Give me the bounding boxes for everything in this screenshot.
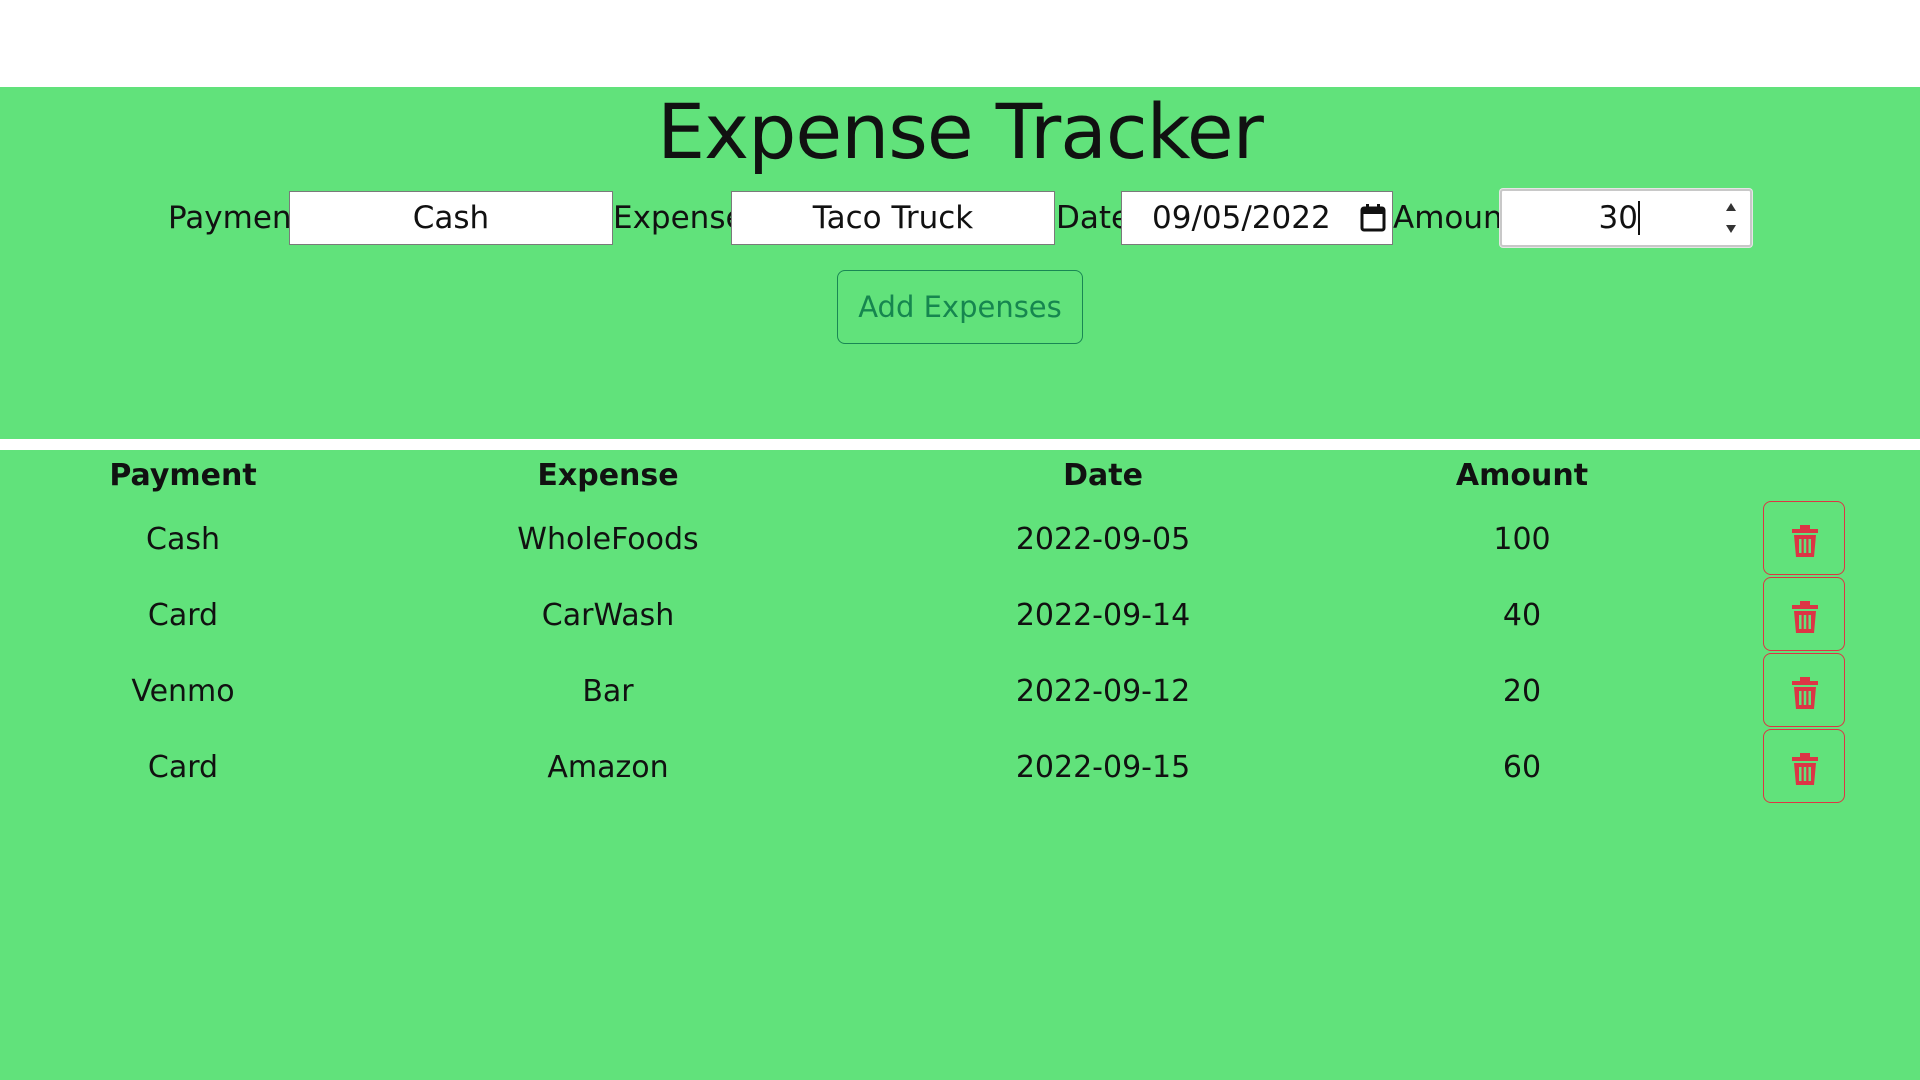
amount-value: 30 (1598, 200, 1638, 236)
table-cell-date: 2022-09-15 (1015, 750, 1191, 785)
delete-row-button[interactable] (1763, 501, 1845, 575)
table-cell-expense: CarWash (541, 598, 675, 633)
payment-input[interactable] (289, 191, 613, 245)
table-cell-payment: Card (147, 598, 219, 633)
table-cell-expense: Amazon (547, 750, 669, 785)
delete-row-button[interactable] (1763, 577, 1845, 651)
table-cell-expense: WholeFoods (517, 522, 699, 557)
payment-label: Payment (168, 200, 304, 236)
table-cell-payment: Card (147, 750, 219, 785)
trash-icon (1792, 601, 1818, 633)
amount-input[interactable]: 30 (1500, 189, 1752, 247)
table-cell-date: 2022-09-05 (1015, 522, 1191, 557)
table-cell-expense: Bar (582, 674, 634, 709)
expense-label: Expense (613, 200, 745, 236)
table-cell-amount: 20 (1502, 674, 1542, 709)
add-expenses-button[interactable]: Add Expenses (837, 270, 1083, 344)
table-cell-amount: 40 (1502, 598, 1542, 633)
number-spinner-icon[interactable] (1724, 199, 1738, 237)
table-cell-amount: 60 (1502, 750, 1542, 785)
trash-icon (1792, 677, 1818, 709)
delete-row-button[interactable] (1763, 653, 1845, 727)
text-caret (1638, 201, 1640, 235)
amount-label: Amount (1393, 200, 1515, 236)
expense-input[interactable] (731, 191, 1055, 245)
page-title: Expense Tracker (657, 87, 1264, 176)
trash-icon (1792, 753, 1818, 785)
date-label: Date (1056, 200, 1131, 236)
table-cell-payment: Cash (146, 522, 220, 557)
column-header-payment: Payment (109, 458, 257, 493)
table-cell-payment: Venmo (131, 674, 235, 709)
trash-icon (1792, 525, 1818, 557)
delete-row-button[interactable] (1763, 729, 1845, 803)
column-header-amount: Amount (1455, 458, 1589, 493)
date-value: 09/05/2022 (1152, 200, 1331, 236)
calendar-icon[interactable] (1360, 204, 1386, 232)
table-cell-amount: 100 (1493, 522, 1551, 557)
column-header-expense: Expense (537, 458, 679, 493)
date-input[interactable]: 09/05/2022 (1121, 191, 1393, 245)
table-cell-date: 2022-09-12 (1015, 674, 1191, 709)
table-cell-date: 2022-09-14 (1015, 598, 1191, 633)
column-header-date: Date (1063, 458, 1143, 493)
expense-form: Payment Expense Date 09/05/2022 Amount 3… (0, 189, 1920, 247)
page: Expense Tracker Payment Expense Date 09/… (0, 0, 1920, 1080)
